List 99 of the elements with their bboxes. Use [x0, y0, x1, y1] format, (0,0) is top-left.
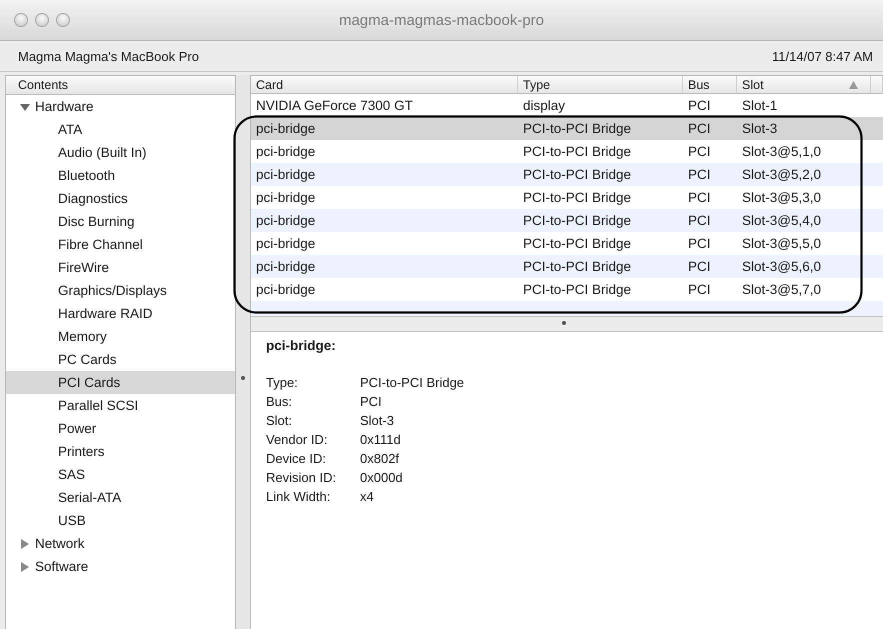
- sidebar-item[interactable]: Memory: [6, 325, 235, 348]
- table-row[interactable]: pci-bridge PCI-to-PCI Bridge PCI Slot-3@5,5,0: [251, 232, 883, 255]
- sidebar-item[interactable]: Graphics/Displays: [6, 279, 235, 302]
- table-row[interactable]: pci-bridge PCI-to-PCI Bridge PCI Slot-3@5,1,0: [251, 140, 883, 163]
- zoom-button[interactable]: [56, 13, 70, 27]
- sidebar-item[interactable]: Hardware RAID: [6, 302, 235, 325]
- table-cell-text: Slot-1: [741, 97, 778, 115]
- table-cell-text: PCI: [687, 143, 712, 161]
- table-cell-text: PCI-to-PCI Bridge: [522, 189, 632, 207]
- table-cell-text: PCI-to-PCI Bridge: [522, 212, 632, 230]
- table-cell-text: pci-bridge: [255, 212, 316, 230]
- table-cell-text: pci-bridge: [255, 120, 316, 138]
- table-cell-text: PCI: [687, 281, 712, 299]
- sidebar-item[interactable]: Hardware: [6, 95, 235, 118]
- sidebar-item[interactable]: Disc Burning: [6, 210, 235, 233]
- sidebar-item[interactable]: Audio (Built In): [6, 141, 235, 164]
- table-cell-text: PCI: [687, 166, 712, 184]
- minimize-button[interactable]: [35, 13, 49, 27]
- table-cell-text: pci-bridge: [255, 235, 316, 253]
- field-label: Bus:: [266, 393, 294, 411]
- table-cell-text: PCI: [687, 120, 712, 138]
- table-cell-text: pci-bridge: [255, 166, 316, 184]
- column-header[interactable]: Bus: [683, 76, 737, 94]
- computer-name: Magma Magma's MacBook Pro: [18, 48, 199, 64]
- table-cell-text: Slot-3@5,1,0: [741, 143, 822, 161]
- sidebar-item[interactable]: ATA: [6, 118, 235, 141]
- sidebar-item[interactable]: Bluetooth: [6, 164, 235, 187]
- table-row[interactable]: pci-bridge PCI-to-PCI Bridge PCI Slot-3@5,6,0: [251, 255, 883, 278]
- field-label: Link Width:: [266, 488, 332, 506]
- table-cell-text: PCI-to-PCI Bridge: [522, 143, 632, 161]
- sidebar-item[interactable]: FireWire: [6, 256, 235, 279]
- field-value: 0x802f: [360, 450, 400, 468]
- sidebar-item[interactable]: Printers: [6, 440, 235, 463]
- sidebar-item[interactable]: Fibre Channel: [6, 233, 235, 256]
- table-cell-text: Slot-3@5,7,0: [741, 281, 822, 299]
- column-header[interactable]: Card: [251, 76, 518, 94]
- table-cell-text: pci-bridge: [255, 143, 316, 161]
- table-cell-text: pci-bridge: [255, 189, 316, 207]
- detail-title: pci-bridge:: [266, 338, 337, 353]
- sidebar-item[interactable]: Power: [6, 417, 235, 440]
- column-header[interactable]: Contents: [6, 76, 235, 95]
- table-cell-text: Slot-3@5,5,0: [741, 235, 822, 253]
- window-title: magma-magmas-macbook-pro: [338, 12, 544, 28]
- table-cell-text: PCI: [687, 235, 712, 253]
- sidebar-item[interactable]: Diagnostics: [6, 187, 235, 210]
- table-cell-text: PCI: [687, 97, 712, 115]
- table-cell-text: Slot-3@5,6,0: [741, 258, 822, 276]
- table-cell-text: PCI: [687, 189, 712, 207]
- table-cell-text: Slot-3: [741, 120, 778, 138]
- sidebar-item[interactable]: Network: [6, 532, 235, 555]
- table-cell-text: NVIDIA GeForce 7300 GT: [255, 97, 414, 115]
- field-value: PCI: [360, 393, 383, 411]
- field-label: Device ID:: [266, 450, 327, 468]
- table-row[interactable]: NVIDIA GeForce 7300 GT display PCI Slot-1: [251, 94, 883, 117]
- timestamp: 11/14/07 8:47 AM: [772, 48, 873, 64]
- field-label: Type:: [266, 374, 299, 392]
- sort-ascending-icon: [849, 80, 858, 88]
- sidebar-item[interactable]: PCI Cards: [6, 371, 235, 394]
- field-value: x4: [360, 488, 375, 506]
- sidebar-item[interactable]: Serial-ATA: [6, 486, 235, 509]
- header-filler: [871, 76, 883, 94]
- table-cell-text: pci-bridge: [255, 258, 316, 276]
- table-cell-text: PCI: [687, 258, 712, 276]
- field-value: 0x111d: [360, 431, 402, 449]
- table-row[interactable]: pci-bridge PCI-to-PCI Bridge PCI Slot-3@5,4,0: [251, 209, 883, 232]
- disclosure-triangle-icon[interactable]: [20, 562, 30, 572]
- field-value: PCI-to-PCI Bridge: [360, 374, 464, 392]
- field-label: Revision ID:: [266, 469, 338, 487]
- field-value: 0x000d: [360, 469, 404, 487]
- table-cell-text: PCI-to-PCI Bridge: [522, 235, 632, 253]
- table-cell-text: Slot-3@5,2,0: [741, 166, 822, 184]
- table-cell-text: Slot-3@5,3,0: [741, 189, 822, 207]
- table-cell-text: PCI-to-PCI Bridge: [522, 258, 632, 276]
- field-label: Slot:: [266, 412, 294, 430]
- close-button[interactable]: [14, 13, 28, 27]
- field-label: Vendor ID:: [266, 431, 328, 449]
- table-row[interactable]: pci-bridge PCI-to-PCI Bridge PCI Slot-3@5,7,0: [251, 278, 883, 301]
- sidebar-item[interactable]: SAS: [6, 463, 235, 486]
- column-header[interactable]: Type: [518, 76, 683, 94]
- sidebar-item[interactable]: PC Cards: [6, 348, 235, 371]
- table-row[interactable]: pci-bridge PCI-to-PCI Bridge PCI Slot-3@5,3,0: [251, 186, 883, 209]
- table-cell-text: pci-bridge: [255, 281, 316, 299]
- table-cell-text: display: [522, 97, 566, 115]
- table-cell-text: PCI-to-PCI Bridge: [522, 281, 632, 299]
- disclosure-triangle-icon[interactable]: [20, 538, 30, 548]
- column-header[interactable]: Slot: [737, 76, 871, 94]
- field-value: Slot-3: [360, 412, 395, 430]
- sidebar-item[interactable]: Software: [6, 555, 235, 578]
- disclosure-triangle-icon[interactable]: [20, 102, 30, 112]
- table-cell-text: Slot-3@5,4,0: [741, 212, 822, 230]
- splitter[interactable]: [251, 316, 883, 332]
- table-row[interactable]: pci-bridge PCI-to-PCI Bridge PCI Slot-3@5,2,0: [251, 163, 883, 186]
- table-cell-text: PCI-to-PCI Bridge: [522, 166, 632, 184]
- table-cell-text: PCI-to-PCI Bridge: [522, 120, 632, 138]
- splitter[interactable]: [236, 75, 251, 629]
- table-row[interactable]: pci-bridge PCI-to-PCI Bridge PCI Slot-3: [251, 117, 883, 140]
- sidebar-item[interactable]: USB: [6, 509, 235, 532]
- table-cell-text: PCI: [687, 212, 712, 230]
- sidebar-item[interactable]: Parallel SCSI: [6, 394, 235, 417]
